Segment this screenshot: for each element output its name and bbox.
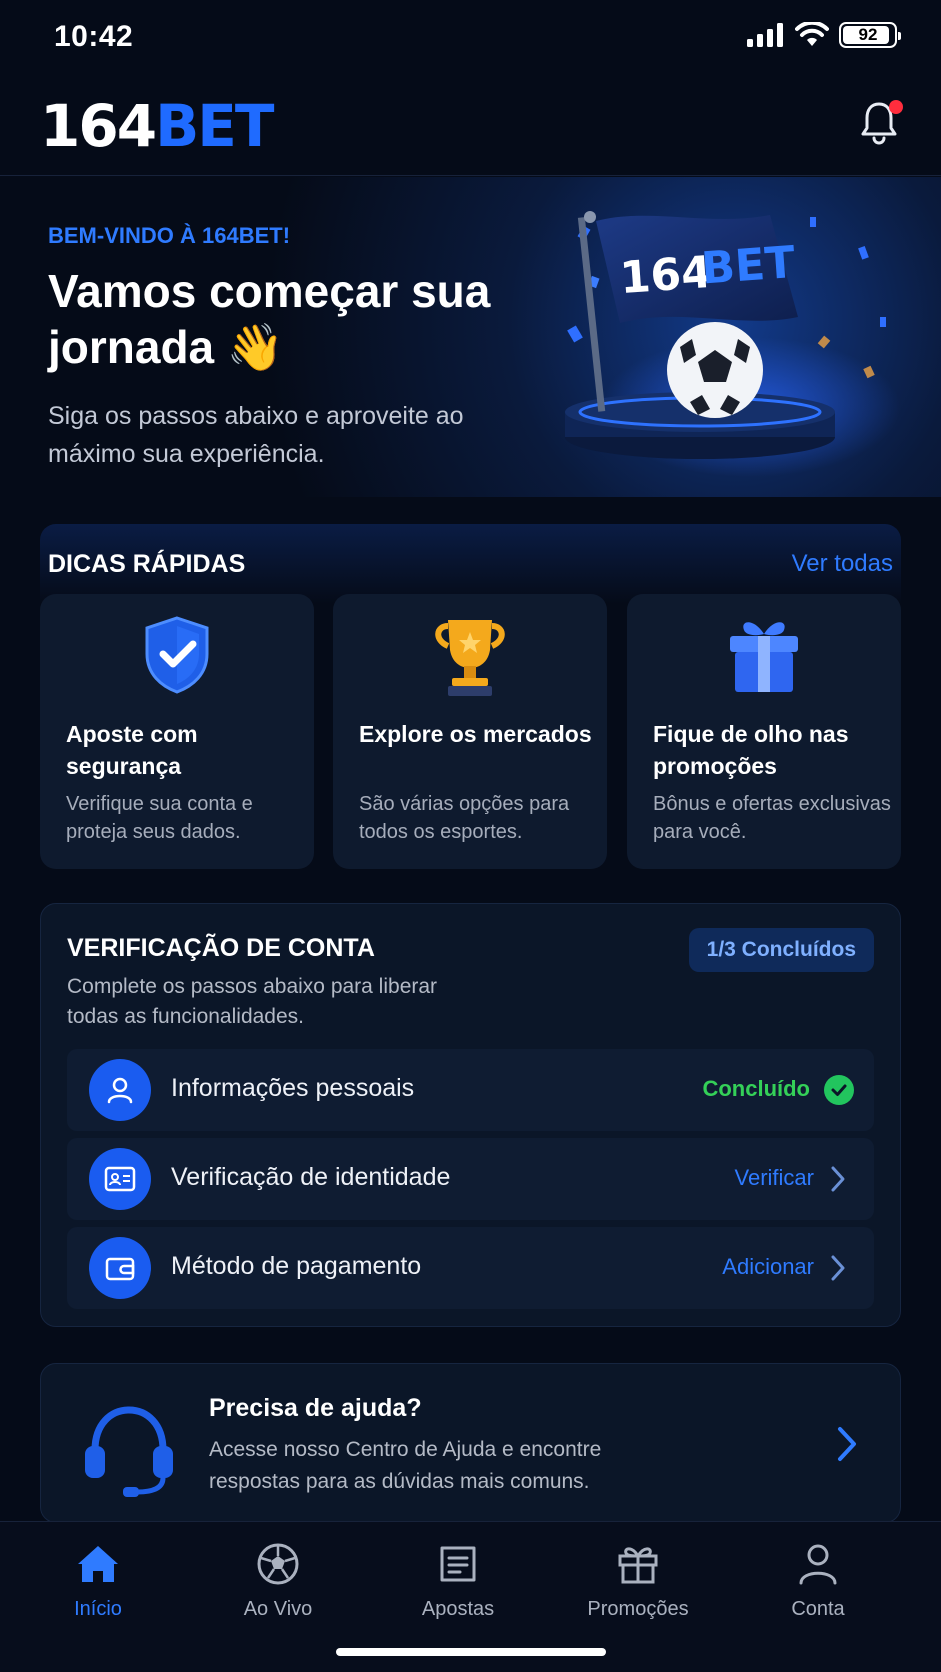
help-description: Acesse nosso Centro de Ajuda e encontre …	[209, 1438, 602, 1493]
user-icon	[799, 1544, 837, 1585]
id-card-icon	[89, 1148, 151, 1210]
svg-text:164: 164	[618, 247, 713, 304]
signal-icon	[747, 23, 783, 47]
trophy-icon	[435, 620, 505, 696]
step-payment-method[interactable]: Método de pagamento Adicionar	[67, 1227, 874, 1309]
account-verification-card: VERIFICAÇÃO DE CONTA Complete os passos …	[40, 903, 901, 1327]
add-link[interactable]: Adicionar	[722, 1254, 814, 1280]
notification-dot	[889, 100, 903, 114]
chevron-right-icon	[831, 1255, 845, 1281]
tip-title: Fique de olho nas promoções	[653, 721, 849, 779]
gift-icon	[730, 622, 798, 692]
tab-home[interactable]: Início	[18, 1540, 178, 1621]
tip-card-security[interactable]: Aposte com segurança Verifique sua conta…	[40, 594, 314, 869]
wallet-icon	[89, 1237, 151, 1299]
bottom-tab-bar: Início Ao Vivo Apostas Promoções Conta	[0, 1521, 941, 1672]
tip-card-promotions[interactable]: Fique de olho nas promoções Bônus e ofer…	[627, 594, 901, 869]
progress-badge: 1/3 Concluídos	[688, 928, 874, 972]
app-header: 164BET	[0, 74, 941, 176]
check-circle-icon	[824, 1075, 854, 1105]
battery-level: 92	[858, 25, 878, 44]
tab-live[interactable]: Ao Vivo	[198, 1540, 358, 1621]
tab-promotions[interactable]: Promoções	[558, 1540, 718, 1621]
welcome-hero: BEM-VINDO À 164BET! Vamos começar sua jo…	[0, 177, 941, 497]
step-label: Informações pessoais	[171, 1074, 415, 1102]
tab-label: Início	[74, 1598, 122, 1620]
chevron-right-icon	[831, 1166, 845, 1192]
hero-subtitle: Siga os passos abaixo e aproveite ao máx…	[48, 402, 464, 468]
section-title: DICAS RÁPIDAS	[48, 550, 246, 578]
verification-title: VERIFICAÇÃO DE CONTA	[67, 934, 375, 962]
help-title: Precisa de ajuda?	[209, 1394, 422, 1422]
hero-title: Vamos começar sua jornada 👋	[48, 265, 491, 373]
step-identity[interactable]: Verificação de identidade Verificar	[67, 1138, 874, 1220]
tab-account[interactable]: Conta	[738, 1540, 898, 1621]
tab-label: Ao Vivo	[243, 1598, 313, 1620]
tab-label: Conta	[791, 1598, 845, 1620]
battery-icon: 92	[839, 22, 901, 48]
soccer-ball-icon	[257, 1543, 299, 1585]
verification-subtitle: Complete os passos abaixo para liberar t…	[67, 975, 438, 1028]
tip-description: Verifique sua conta e proteja seus dados…	[66, 793, 253, 843]
tip-card-markets[interactable]: Explore os mercados São várias opções pa…	[333, 594, 607, 869]
step-label: Verificação de identidade	[171, 1163, 451, 1191]
tip-description: São várias opções para todos os esportes…	[359, 793, 570, 843]
user-icon	[89, 1059, 151, 1121]
tip-title: Aposte com segurança	[66, 721, 198, 779]
tip-title: Explore os mercados	[359, 721, 592, 747]
status-time: 10:42	[54, 20, 134, 53]
home-indicator	[336, 1648, 606, 1656]
step-label: Método de pagamento	[171, 1252, 422, 1280]
hero-kicker: BEM-VINDO À 164BET!	[48, 223, 291, 248]
status-icons: 92	[747, 22, 901, 48]
status-bar: 10:42 92	[0, 0, 941, 74]
verify-link[interactable]: Verificar	[735, 1165, 814, 1191]
headset-icon	[85, 1406, 173, 1497]
wifi-icon	[795, 22, 829, 46]
help-center-card[interactable]: Precisa de ajuda? Acesse nosso Centro de…	[40, 1363, 901, 1523]
svg-text:BET: BET	[700, 237, 797, 294]
flag-and-ball-illustration: 164 BET	[565, 211, 900, 477]
shield-check-icon	[145, 616, 209, 694]
gift-icon	[618, 1547, 658, 1584]
quick-tips-section: DICAS RÁPIDAS Ver todas Aposte com segur…	[40, 524, 901, 869]
home-icon	[78, 1546, 118, 1582]
tip-description: Bônus e ofertas exclusivas para você.	[653, 793, 891, 843]
ticket-icon	[440, 1546, 476, 1582]
tab-label: Apostas	[421, 1598, 495, 1620]
tab-label: Promoções	[587, 1598, 689, 1620]
step-status: Concluído	[702, 1076, 810, 1101]
chevron-right-icon[interactable]	[834, 1424, 860, 1464]
tab-bets[interactable]: Apostas	[378, 1540, 538, 1621]
step-personal-info[interactable]: Informações pessoais Concluído	[67, 1049, 874, 1131]
see-all-link[interactable]: Ver todas	[792, 550, 893, 578]
brand-logo[interactable]: 164BET	[40, 92, 274, 160]
